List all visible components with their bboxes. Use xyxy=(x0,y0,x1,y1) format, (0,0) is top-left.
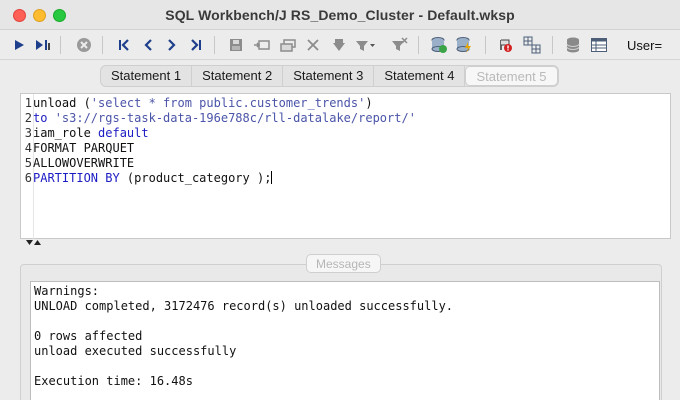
sql-string: 'select * from public.customer_trends' xyxy=(90,96,366,110)
insert-row-icon xyxy=(254,40,270,50)
messages-text: Warnings: UNLOAD completed, 3172476 recor… xyxy=(34,284,453,389)
filter-icon xyxy=(333,39,345,51)
clear-filter-icon xyxy=(392,37,408,51)
message-line: unload executed successfully xyxy=(34,344,237,358)
save-button[interactable] xyxy=(225,34,247,56)
line-number: 1 xyxy=(24,96,32,110)
sql-code[interactable]: unload ('select * from public.customer_t… xyxy=(33,96,416,186)
code-line: iam_role default xyxy=(33,126,416,141)
tab-statement-5[interactable]: Statement 5 xyxy=(465,66,558,86)
first-icon xyxy=(119,39,129,51)
sql-editor[interactable]: 123456 unload ('select * from public.cus… xyxy=(20,93,671,240)
sql-keyword: default xyxy=(98,126,149,140)
user-label: User= xyxy=(627,38,663,53)
next-record-button[interactable] xyxy=(161,34,183,56)
previous-record-button[interactable] xyxy=(137,34,159,56)
database-button[interactable] xyxy=(428,34,450,56)
line-number: 5 xyxy=(24,156,32,170)
copy-row-button[interactable] xyxy=(277,34,299,56)
next-icon xyxy=(168,39,176,51)
result-grid-button[interactable] xyxy=(588,34,610,56)
messages-output[interactable]: Warnings: UNLOAD completed, 3172476 recor… xyxy=(30,281,660,400)
commit-button[interactable] xyxy=(453,34,475,56)
title-bar: SQL Workbench/J RS_Demo_Cluster - Defaul… xyxy=(0,0,680,30)
code-line: FORMAT PARQUET xyxy=(33,141,416,156)
sql-text: iam_role xyxy=(33,126,99,140)
tab-statement-4[interactable]: Statement 4 xyxy=(374,66,466,86)
line-number: 6 xyxy=(24,171,32,185)
execute-icon xyxy=(15,40,24,50)
main-toolbar: User= xyxy=(0,30,680,60)
insert-row-button[interactable] xyxy=(251,34,273,56)
statement-tabs: Statement 1 Statement 2 Statement 3 Stat… xyxy=(100,65,559,87)
clear-filter-button[interactable] xyxy=(388,34,410,56)
message-line: 0 rows affected xyxy=(34,329,143,343)
line-numbers: 123456 xyxy=(21,96,32,186)
db-explorer-button[interactable] xyxy=(562,34,584,56)
line-number: 4 xyxy=(24,141,32,155)
stop-button[interactable] xyxy=(73,34,95,56)
message-line: Warnings: xyxy=(34,284,100,298)
result-grid-icon xyxy=(591,38,607,52)
tab-statement-1[interactable]: Statement 1 xyxy=(101,66,193,86)
sql-text: FORMAT PARQUET xyxy=(33,141,135,155)
tab-statement-3[interactable]: Statement 3 xyxy=(283,66,375,86)
sql-keyword: to xyxy=(33,111,55,125)
window-title: SQL Workbench/J RS_Demo_Cluster - Defaul… xyxy=(165,7,515,23)
filter-dropdown-button[interactable] xyxy=(354,34,376,56)
first-record-button[interactable] xyxy=(113,34,135,56)
db-explorer-icon xyxy=(566,37,580,53)
tab-statement-2[interactable]: Statement 2 xyxy=(192,66,284,86)
table-grid-icon xyxy=(523,36,541,54)
app-window: SQL Workbench/J RS_Demo_Cluster - Defaul… xyxy=(0,0,680,400)
code-line: to 's3://rgs-task-data-196e788c/rll-data… xyxy=(33,111,416,126)
message-line: UNLOAD completed, 3172476 record(s) unlo… xyxy=(34,299,454,313)
message-line xyxy=(34,314,453,329)
execute-button[interactable] xyxy=(8,34,30,56)
filter-dropdown-icon xyxy=(356,41,375,51)
execute-current-icon xyxy=(36,40,50,50)
error-marker-button[interactable] xyxy=(494,34,516,56)
text-cursor xyxy=(271,171,273,184)
code-line: unload ('select * from public.customer_t… xyxy=(33,96,416,111)
delete-row-icon xyxy=(307,39,319,51)
delete-row-button[interactable] xyxy=(302,34,324,56)
splitter-handle[interactable] xyxy=(25,240,43,248)
splitter-arrows-icon xyxy=(26,240,41,245)
line-number: 2 xyxy=(24,111,32,125)
message-line xyxy=(34,359,453,374)
last-record-button[interactable] xyxy=(185,34,207,56)
database-icon xyxy=(431,37,447,53)
save-icon xyxy=(230,39,242,51)
copy-row-icon xyxy=(280,39,296,52)
stop-icon xyxy=(77,38,91,52)
tab-messages[interactable]: Messages xyxy=(306,254,381,273)
sql-text: (product_category ); xyxy=(119,171,272,185)
commit-icon xyxy=(456,37,471,53)
message-line: Execution time: 16.48s xyxy=(34,374,193,388)
line-number: 3 xyxy=(24,126,32,140)
code-line: ALLOWOVERWRITE xyxy=(33,156,416,171)
previous-icon xyxy=(144,39,152,51)
execute-current-button[interactable] xyxy=(32,34,54,56)
code-line: PARTITION BY (product_category ); xyxy=(33,171,416,186)
sql-text: ) xyxy=(365,96,373,110)
sql-text: unload ( xyxy=(33,96,91,110)
sql-text: ALLOWOVERWRITE xyxy=(33,156,135,170)
sql-keyword: PARTITION BY xyxy=(33,171,120,185)
error-icon xyxy=(500,39,512,52)
filter-button[interactable] xyxy=(328,34,350,56)
sql-string: 's3://rgs-task-data-196e788c/rll-datalak… xyxy=(54,111,416,125)
last-icon xyxy=(191,39,201,51)
table-grid-button[interactable] xyxy=(521,34,543,56)
